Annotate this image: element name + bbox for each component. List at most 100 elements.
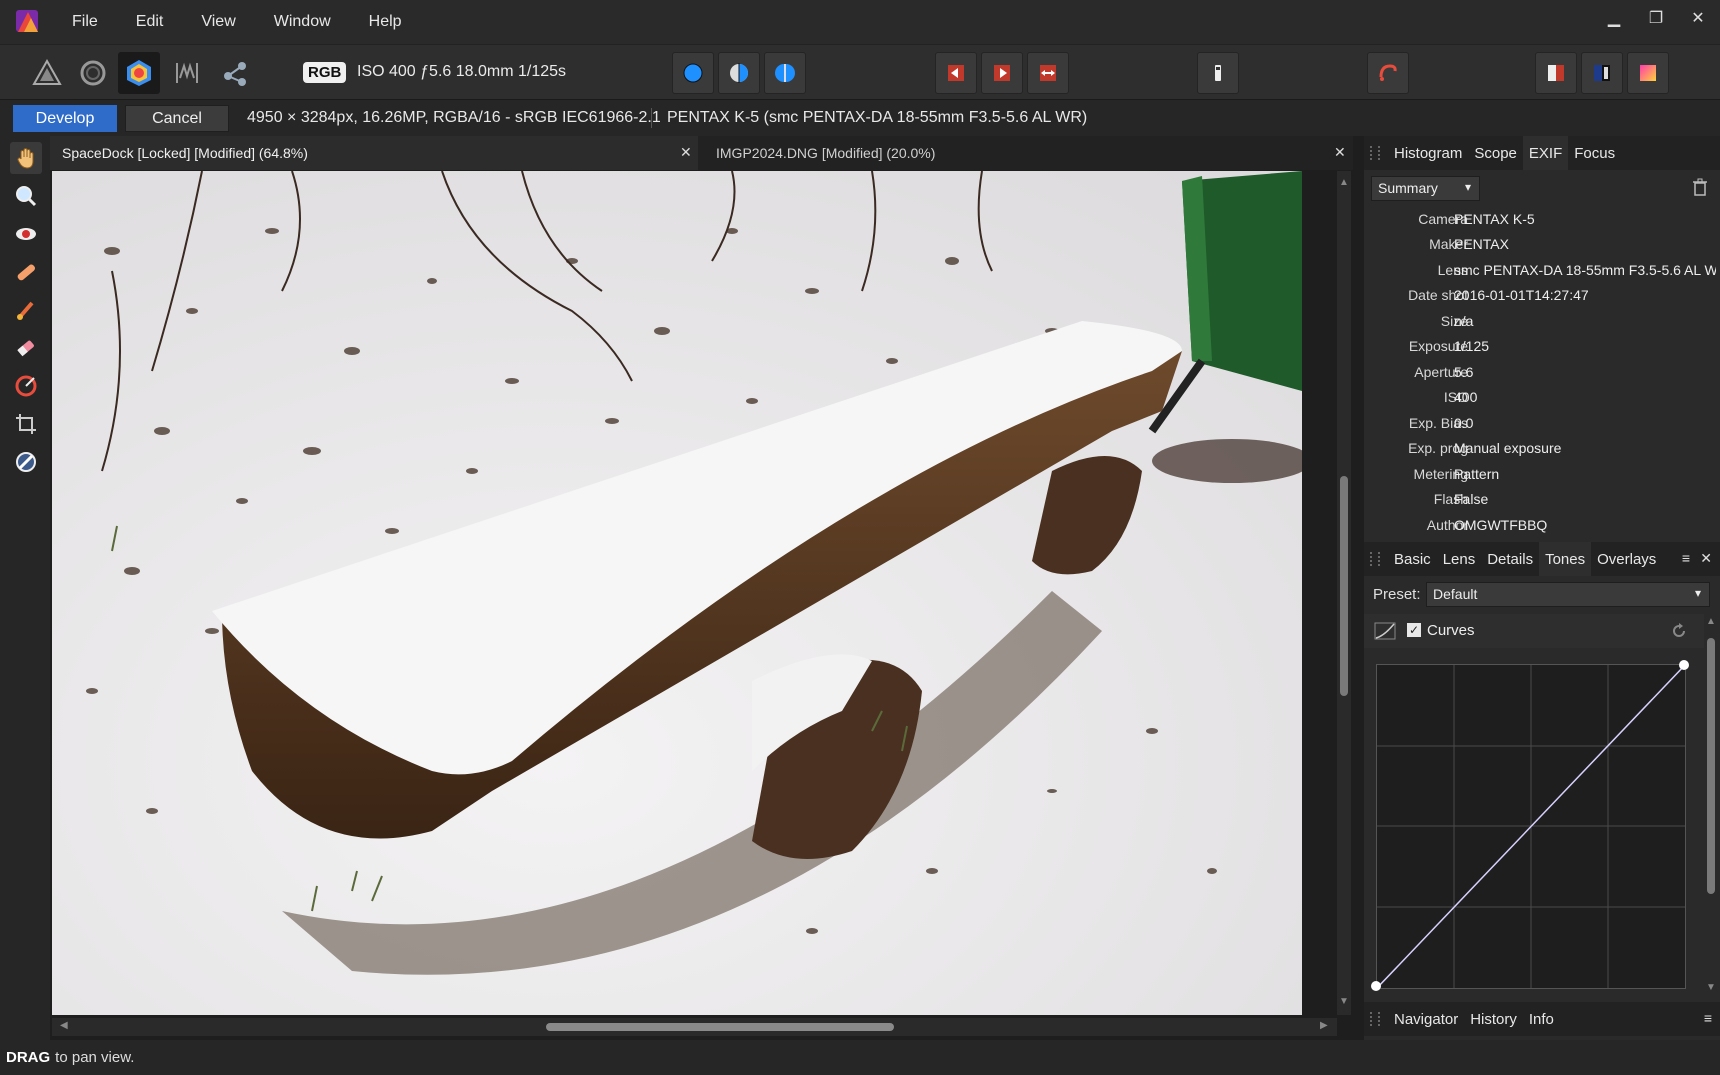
panel-close-icon[interactable]: ✕ xyxy=(1700,550,1712,567)
exif-row: Camera PENTAX K-5 xyxy=(1364,211,1720,235)
clipping-highlights-icon[interactable] xyxy=(981,52,1023,94)
view-mirror-icon[interactable] xyxy=(764,52,806,94)
scroll-right-icon[interactable]: ▶ xyxy=(1320,1020,1328,1031)
exif-row: Flash False xyxy=(1364,491,1720,515)
overlay-erase-tool-icon[interactable] xyxy=(10,332,42,364)
affinity-photo-logo-icon xyxy=(16,10,38,32)
toolbar: RGB ISO 400 ƒ5.6 18.0mm 1/125s xyxy=(0,44,1720,100)
tone-mapping-persona-icon[interactable] xyxy=(166,52,208,94)
tab-basic[interactable]: Basic xyxy=(1388,542,1437,576)
overlay-gradient-tool-icon[interactable] xyxy=(10,370,42,402)
menu-help[interactable]: Help xyxy=(369,13,402,31)
status-bold-text: DRAG xyxy=(6,1049,51,1066)
curves-enable-checkbox[interactable]: ✓ xyxy=(1407,623,1421,637)
scroll-up-icon[interactable]: ▲ xyxy=(1706,616,1716,627)
tab-scope[interactable]: Scope xyxy=(1468,136,1523,170)
hand-tool-icon[interactable] xyxy=(10,142,42,174)
curves-section-header[interactable]: ✓ Curves xyxy=(1364,614,1704,648)
panel-menu-icon[interactable]: ≡ xyxy=(1704,1010,1712,1026)
preset-label: Preset: xyxy=(1373,586,1421,603)
adjust-scroll-thumb[interactable] xyxy=(1707,638,1715,894)
tab-lens[interactable]: Lens xyxy=(1437,542,1482,576)
menu-file[interactable]: File xyxy=(72,13,98,31)
exif-value: 0.0 xyxy=(1454,415,1474,431)
adjust-panel-scrollbar[interactable]: ▲ ▼ xyxy=(1704,616,1718,996)
panel-grip-icon[interactable] xyxy=(1370,146,1380,160)
studio-left-icon[interactable] xyxy=(1535,52,1577,94)
exif-value: OMGWTFBBQ xyxy=(1454,517,1548,533)
menu-view[interactable]: View xyxy=(201,13,235,31)
scroll-down-icon[interactable]: ▼ xyxy=(1339,996,1349,1007)
studio-right-icon[interactable] xyxy=(1581,52,1623,94)
white-balance-picker-icon[interactable] xyxy=(1197,52,1239,94)
scroll-up-icon[interactable]: ▲ xyxy=(1339,177,1349,188)
clipping-tones-icon[interactable] xyxy=(1027,52,1069,94)
bottom-panel-tabs: Navigator History Info ≡ xyxy=(1364,1002,1720,1036)
tab-tones[interactable]: Tones xyxy=(1539,542,1592,576)
assistant-icon[interactable] xyxy=(1367,52,1409,94)
preset-select[interactable]: Default xyxy=(1426,582,1710,607)
close-window-icon[interactable]: ✕ xyxy=(1686,8,1710,28)
panel-grip-icon[interactable] xyxy=(1370,552,1380,566)
clipping-shadows-icon[interactable] xyxy=(935,52,977,94)
scroll-down-icon[interactable]: ▼ xyxy=(1706,982,1716,993)
canvas-horizontal-scrollbar[interactable]: ◀ ▶ xyxy=(52,1018,1337,1036)
curves-graph[interactable] xyxy=(1371,660,1689,991)
close-tab-icon[interactable]: ✕ xyxy=(680,144,692,161)
menu-edit[interactable]: Edit xyxy=(136,13,164,31)
overlay-paint-tool-icon[interactable] xyxy=(10,294,42,326)
menu-window[interactable]: Window xyxy=(274,13,331,31)
view-split-icon[interactable] xyxy=(718,52,760,94)
view-single-icon[interactable] xyxy=(672,52,714,94)
close-tab-icon[interactable]: ✕ xyxy=(1334,144,1346,161)
tab-navigator[interactable]: Navigator xyxy=(1388,1002,1464,1036)
trash-icon[interactable] xyxy=(1692,178,1708,196)
exif-row: Date shot 2016-01-01T14:27:47 xyxy=(1364,287,1720,311)
scroll-left-icon[interactable]: ◀ xyxy=(60,1020,68,1031)
panel-menu-icon[interactable]: ≡ xyxy=(1682,550,1690,566)
cancel-button[interactable]: Cancel xyxy=(125,105,229,132)
curve-point-white[interactable] xyxy=(1679,660,1689,670)
restore-icon[interactable]: ❐ xyxy=(1644,8,1668,28)
tab-exif[interactable]: EXIF xyxy=(1522,136,1569,170)
crop-tool-icon[interactable] xyxy=(10,408,42,440)
photo-persona-icon[interactable] xyxy=(26,52,68,94)
tab-info[interactable]: Info xyxy=(1523,1002,1560,1036)
white-balance-tool-icon[interactable] xyxy=(10,446,42,478)
preset-select-value: Default xyxy=(1433,586,1478,602)
document-tab-imgp2024[interactable]: IMGP2024.DNG [Modified] (20.0%) ✕ xyxy=(704,136,1352,170)
canvas-vertical-scrollbar[interactable]: ▲ ▼ xyxy=(1337,171,1351,1015)
minimize-icon[interactable]: ▁ xyxy=(1602,8,1626,28)
image-info-text: 4950 × 3284px, 16.26MP, RGBA/16 - sRGB I… xyxy=(247,109,661,126)
panel-grip-icon[interactable] xyxy=(1370,1012,1380,1026)
reset-icon[interactable] xyxy=(1670,622,1688,640)
develop-persona-icon[interactable] xyxy=(118,52,160,94)
tab-history[interactable]: History xyxy=(1464,1002,1523,1036)
curve-point-black[interactable] xyxy=(1371,981,1381,991)
exif-value: 400 xyxy=(1454,389,1478,405)
exif-view-select-value: Summary xyxy=(1378,180,1438,196)
document-tab-title: IMGP2024.DNG [Modified] (20.0%) xyxy=(716,145,936,161)
tab-overlays[interactable]: Overlays xyxy=(1591,542,1662,576)
blemish-tool-icon[interactable] xyxy=(10,256,42,288)
horizontal-scroll-thumb[interactable] xyxy=(546,1023,894,1031)
exif-row: Exposure 1/125 xyxy=(1364,338,1720,362)
status-text: to pan view. xyxy=(55,1049,135,1066)
liquify-persona-icon[interactable] xyxy=(72,52,114,94)
vertical-scroll-thumb[interactable] xyxy=(1340,476,1348,696)
export-persona-icon[interactable] xyxy=(214,52,256,94)
exif-value: 5.6 xyxy=(1454,364,1474,380)
zoom-tool-icon[interactable] xyxy=(10,180,42,212)
document-canvas[interactable] xyxy=(52,171,1302,1015)
red-eye-tool-icon[interactable] xyxy=(10,218,42,250)
exif-view-select[interactable]: Summary xyxy=(1371,176,1480,201)
info-panel-tabs: Histogram Scope EXIF Focus xyxy=(1364,136,1720,170)
develop-button[interactable]: Develop xyxy=(13,105,117,132)
tab-histogram[interactable]: Histogram xyxy=(1388,136,1468,170)
document-tab-spacedock[interactable]: SpaceDock [Locked] [Modified] (64.8%) ✕ xyxy=(50,136,698,170)
color-picker-panel-icon[interactable] xyxy=(1627,52,1669,94)
camera-info-text: PENTAX K-5 (smc PENTAX-DA 18-55mm F3.5-5… xyxy=(667,109,1088,126)
tab-details[interactable]: Details xyxy=(1481,542,1539,576)
tab-focus[interactable]: Focus xyxy=(1568,136,1621,170)
curves-icon xyxy=(1374,622,1396,640)
